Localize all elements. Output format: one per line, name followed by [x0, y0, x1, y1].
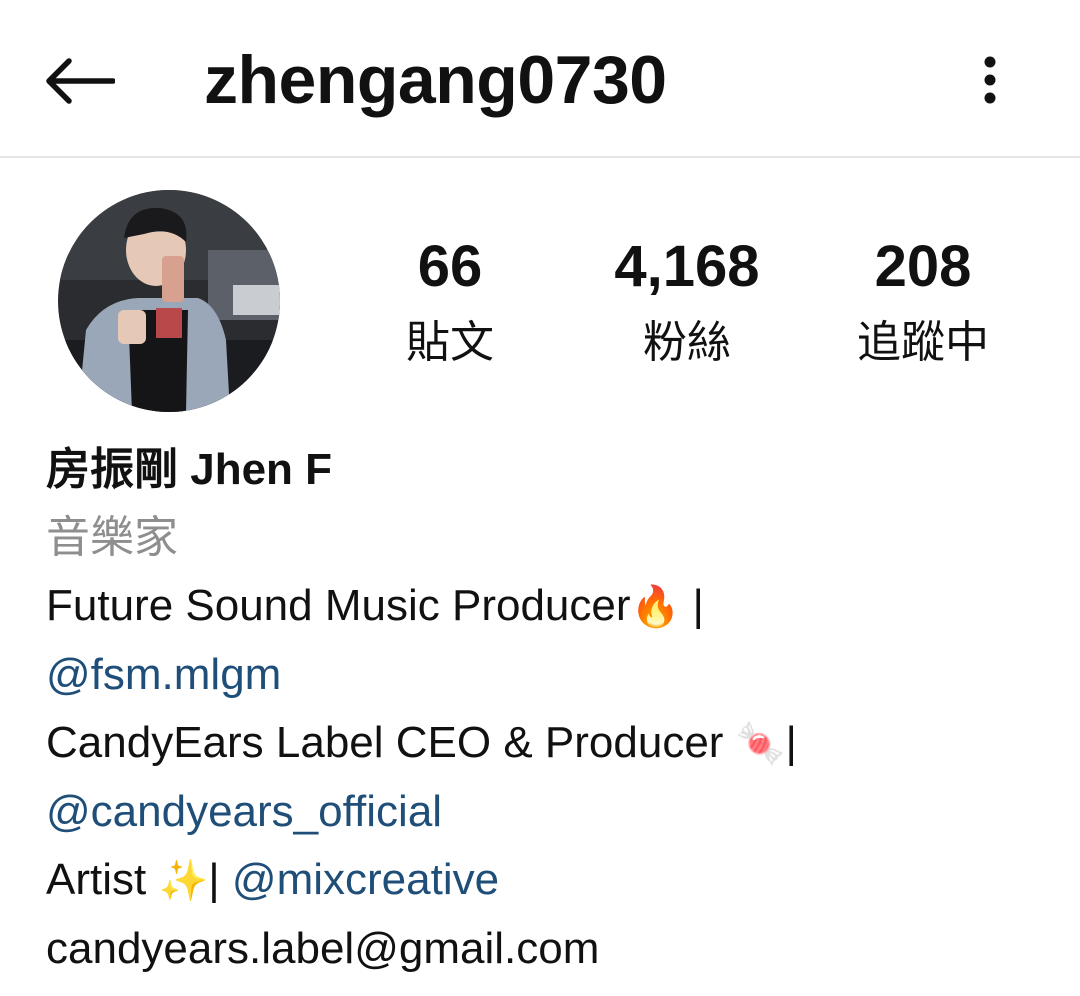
candy-icon: 🍬 — [735, 722, 786, 766]
bio-line-1-text: Future Sound Music Producer — [46, 581, 631, 630]
separator: | — [785, 718, 797, 767]
posts-count: 66 — [417, 234, 483, 299]
following-stat[interactable]: 208 追蹤中 — [808, 230, 1038, 374]
profile-category: 音樂家 — [46, 513, 178, 562]
posts-stat[interactable]: 66 貼文 — [335, 230, 565, 374]
avatar[interactable] — [58, 190, 280, 412]
bio-line-2: @fsm.mlgm — [46, 641, 1046, 709]
arrow-left-icon — [46, 58, 115, 104]
profile-bio: 房振剛 Jhen F 音樂家 Future Sound Music Produc… — [46, 436, 1046, 983]
bio-line-3-text: CandyEars Label CEO & Producer — [46, 718, 736, 767]
profile-username: zhengang0730 — [204, 42, 667, 118]
separator: | — [680, 581, 704, 630]
fire-icon: 🔥 — [630, 585, 681, 629]
mention-link-mixcreative[interactable]: @mixcreative — [232, 855, 499, 904]
following-label: 追蹤中 — [857, 317, 989, 368]
following-count: 208 — [874, 234, 972, 299]
bio-line-4: @candyears_official — [46, 778, 1046, 846]
separator: | — [208, 855, 232, 904]
display-name: 房振剛 Jhen F — [46, 445, 333, 494]
sparkles-icon: ✨ — [158, 859, 209, 903]
more-vertical-icon — [984, 56, 996, 104]
bio-line-3: CandyEars Label CEO & Producer 🍬| — [46, 709, 1046, 778]
mention-link-fsm[interactable]: @fsm.mlgm — [46, 650, 281, 699]
mention-link-candyears[interactable]: @candyears_official — [46, 787, 442, 836]
bio-email[interactable]: candyears.label@gmail.com — [46, 915, 1046, 983]
profile-photo — [58, 190, 280, 412]
bio-line-5-text: Artist — [46, 855, 159, 904]
posts-label: 貼文 — [406, 317, 494, 368]
back-button[interactable] — [38, 48, 120, 114]
more-options-button[interactable] — [966, 50, 1014, 110]
followers-label: 粉絲 — [643, 317, 731, 368]
bio-line-1: Future Sound Music Producer🔥 | — [46, 572, 1046, 641]
followers-stat[interactable]: 4,168 粉絲 — [572, 230, 802, 374]
bio-line-5: Artist ✨| @mixcreative — [46, 846, 1046, 915]
top-app-bar: zhengang0730 — [0, 0, 1080, 158]
followers-count: 4,168 — [614, 234, 760, 299]
